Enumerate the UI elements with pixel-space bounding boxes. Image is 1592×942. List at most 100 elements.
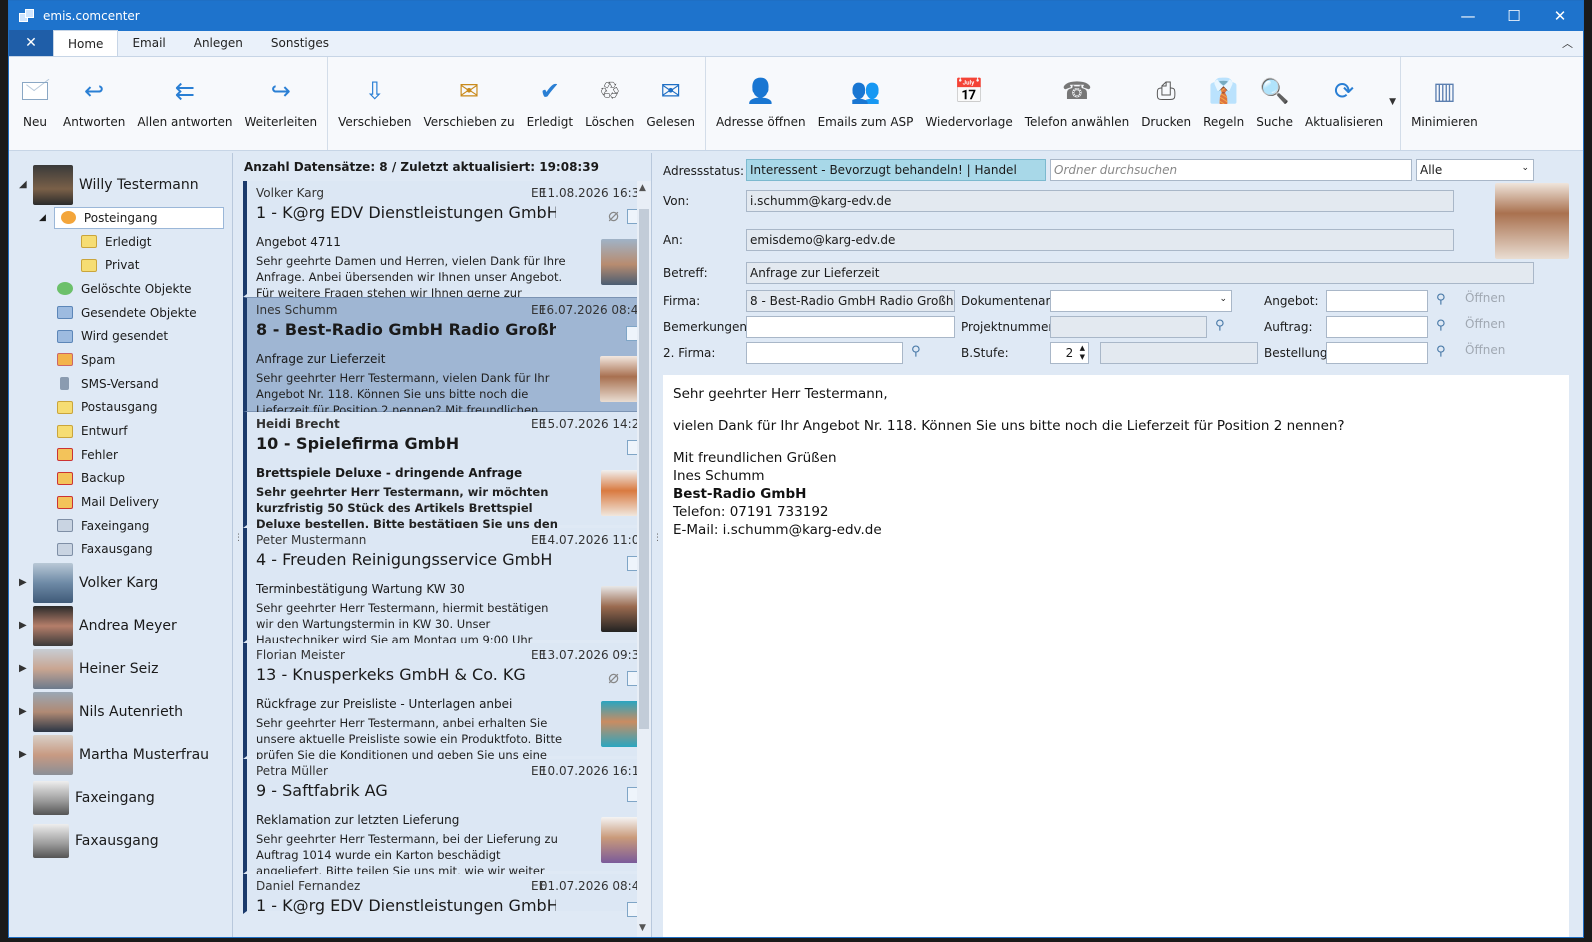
list-scrollbar[interactable]: ▲ ▼ [637,181,651,937]
expand-arrow-icon[interactable]: ▶ [19,577,33,588]
folder-search-input[interactable]: Ordner durchsuchen [1050,159,1412,181]
folder-erledigt[interactable]: Erledigt [9,230,232,254]
new-button[interactable]: Neu [13,57,57,129]
minimize-button[interactable]: — [1445,1,1491,31]
dial-phone-button[interactable]: ☎ Telefon anwählen [1019,57,1135,129]
mail-item[interactable]: Petra Müller EE 10.07.2026 16:10 9 - Saf… [243,758,651,881]
folder-geloeschte[interactable]: Gelöschte Objekte [9,277,232,301]
search-icon[interactable]: ⚲ [911,344,921,359]
delete-button[interactable]: ♲ Löschen [579,57,640,129]
user-node-andrea[interactable]: ▶ Andrea Meyer [9,604,232,647]
expand-arrow-icon[interactable]: ▶ [19,706,33,717]
search-icon[interactable]: ⚲ [1436,292,1446,307]
maximize-button[interactable]: ☐ [1491,1,1537,31]
label-firma2: 2. Firma: [663,346,716,360]
search-icon: 🔍 [1259,77,1290,105]
folder-spam[interactable]: Spam [9,348,232,372]
user-node-current[interactable]: ◢ Willy Testermann [9,163,232,206]
order-input[interactable] [1326,316,1428,338]
move-to-button[interactable]: ✉ Verschieben zu [417,57,520,129]
sender-photo-large [1495,183,1569,259]
tab-sonstiges[interactable]: Sonstiges [257,30,343,56]
body-email: E-Mail: i.schumm@karg-edv.de [673,522,882,538]
scroll-thumb[interactable] [639,209,649,729]
tab-anlegen[interactable]: Anlegen [180,30,257,56]
avatar [33,164,73,205]
open-offer-button[interactable]: Öffnen [1465,291,1505,305]
reply-button[interactable]: ↩ Antworten [57,57,131,129]
folder-backup[interactable]: Backup [9,467,232,491]
mail-item-selected[interactable]: Ines Schumm EE 16.07.2026 08:45 8 - Best… [243,296,651,420]
remarks-input[interactable] [746,316,955,338]
followup-button[interactable]: 📅 Wiedervorlage [919,57,1018,129]
folder-entwurf[interactable]: Entwurf [9,419,232,443]
tab-home[interactable]: Home [53,30,119,56]
refresh-button[interactable]: ⟳ Aktualisieren [1299,57,1389,129]
folder-posteingang[interactable]: ◢ Posteingang [9,206,232,230]
project-number-input[interactable] [1050,316,1207,338]
rules-button[interactable]: 👔 Regeln [1197,57,1250,129]
forward-button[interactable]: ↪ Weiterleiten [238,57,323,129]
adressstatus-field: Interessent - Bevorzugt behandeln! | Han… [746,159,1046,181]
fax-machine-icon [33,780,69,815]
scroll-up-icon[interactable]: ▲ [639,183,646,193]
folder-sms[interactable]: SMS-Versand [9,372,232,396]
tools-menu-icon[interactable]: ✕ [9,30,53,56]
expand-arrow-icon[interactable]: ▶ [19,620,33,631]
ribbon-more-icon[interactable]: ▼ [1389,57,1396,107]
body-greeting: Sehr geehrter Herr Testermann, [673,386,888,402]
splitter-right[interactable]: ⋮ [652,153,662,937]
collapse-arrow-icon[interactable]: ◢ [39,213,46,223]
mail-item[interactable]: Florian Meister EE 13.07.2026 09:30 13 -… [243,643,651,765]
folder-postausgang[interactable]: Postausgang [9,396,232,420]
fax-node-out[interactable]: Faxausgang [9,819,232,862]
attachment-icon: ⌀ [608,667,619,688]
mail-item[interactable]: Peter Mustermann EE 14.07.2026 11:05 4 -… [243,527,651,650]
open-order-button[interactable]: Öffnen [1465,317,1505,331]
read-button[interactable]: ✉ Gelesen [640,57,701,129]
offer-input[interactable] [1326,290,1428,312]
folder-gesendete[interactable]: Gesendete Objekte [9,301,232,325]
folder-privat[interactable]: Privat [9,253,232,277]
mail-item[interactable]: Daniel Fernandez EE 01.07.2026 08:40 1 -… [243,874,651,917]
folder-wird-gesendet[interactable]: Wird gesendet [9,324,232,348]
open-purchase-button[interactable]: Öffnen [1465,343,1505,357]
user-node-heiner[interactable]: ▶ Heiner Seiz [9,647,232,690]
expand-arrow-icon[interactable]: ▶ [19,749,33,760]
move-button[interactable]: ⇩ Verschieben [332,57,417,129]
close-button[interactable]: ✕ [1537,1,1583,31]
emails-to-asp-button[interactable]: 👥 Emails zum ASP [812,57,920,129]
user-node-volker[interactable]: ▶ Volker Karg [9,561,232,604]
folder-fehler[interactable]: Fehler [9,443,232,467]
mail-item[interactable]: Volker Karg EE 11.08.2026 16:32 1 - K@rg… [243,181,651,303]
expand-arrow-icon[interactable]: ▶ [19,663,33,674]
app-icon [19,9,35,23]
folder-mail-delivery[interactable]: Mail Delivery [9,490,232,514]
bstufe-stepper[interactable]: 2 ▲ ▼ [1050,342,1089,364]
print-button[interactable]: ⎙ Drucken [1135,57,1197,129]
fax-node-in[interactable]: Faxeingang [9,776,232,819]
search-button[interactable]: 🔍 Suche [1250,57,1299,129]
document-type-select[interactable]: ⌄ [1050,290,1232,312]
purchase-order-input[interactable] [1326,342,1428,364]
user-node-nils[interactable]: ▶ Nils Autenrieth [9,690,232,733]
scroll-down-icon[interactable]: ▼ [639,923,646,933]
stepper-arrows-icon[interactable]: ▲ ▼ [1080,344,1085,362]
mail-item[interactable]: Heidi Brecht EE 15.07.2026 14:20 10 - Sp… [243,412,651,534]
minimize-app-button[interactable]: ▥ Minimieren [1405,57,1484,129]
second-company-input[interactable] [746,342,903,364]
folder-faxausgang[interactable]: Faxausgang [9,538,232,562]
search-icon[interactable]: ⚲ [1436,344,1446,359]
collapse-ribbon-icon[interactable]: ︿ [1562,35,1573,51]
reply-all-button[interactable]: ⇇ Allen antworten [131,57,238,129]
collapse-arrow-icon[interactable]: ◢ [19,179,33,190]
folder-faxeingang[interactable]: Faxeingang [9,514,232,538]
tab-email[interactable]: Email [118,30,179,56]
filter-select[interactable]: Alle ⌄ [1416,159,1534,181]
splitter-left[interactable]: ⋮ [233,153,243,937]
user-node-martha[interactable]: ▶ Martha Musterfrau [9,733,232,776]
open-address-button[interactable]: 👤 Adresse öffnen [710,57,812,129]
done-button[interactable]: ✔ Erledigt [521,57,580,129]
search-icon[interactable]: ⚲ [1436,318,1446,333]
search-icon[interactable]: ⚲ [1215,318,1225,333]
